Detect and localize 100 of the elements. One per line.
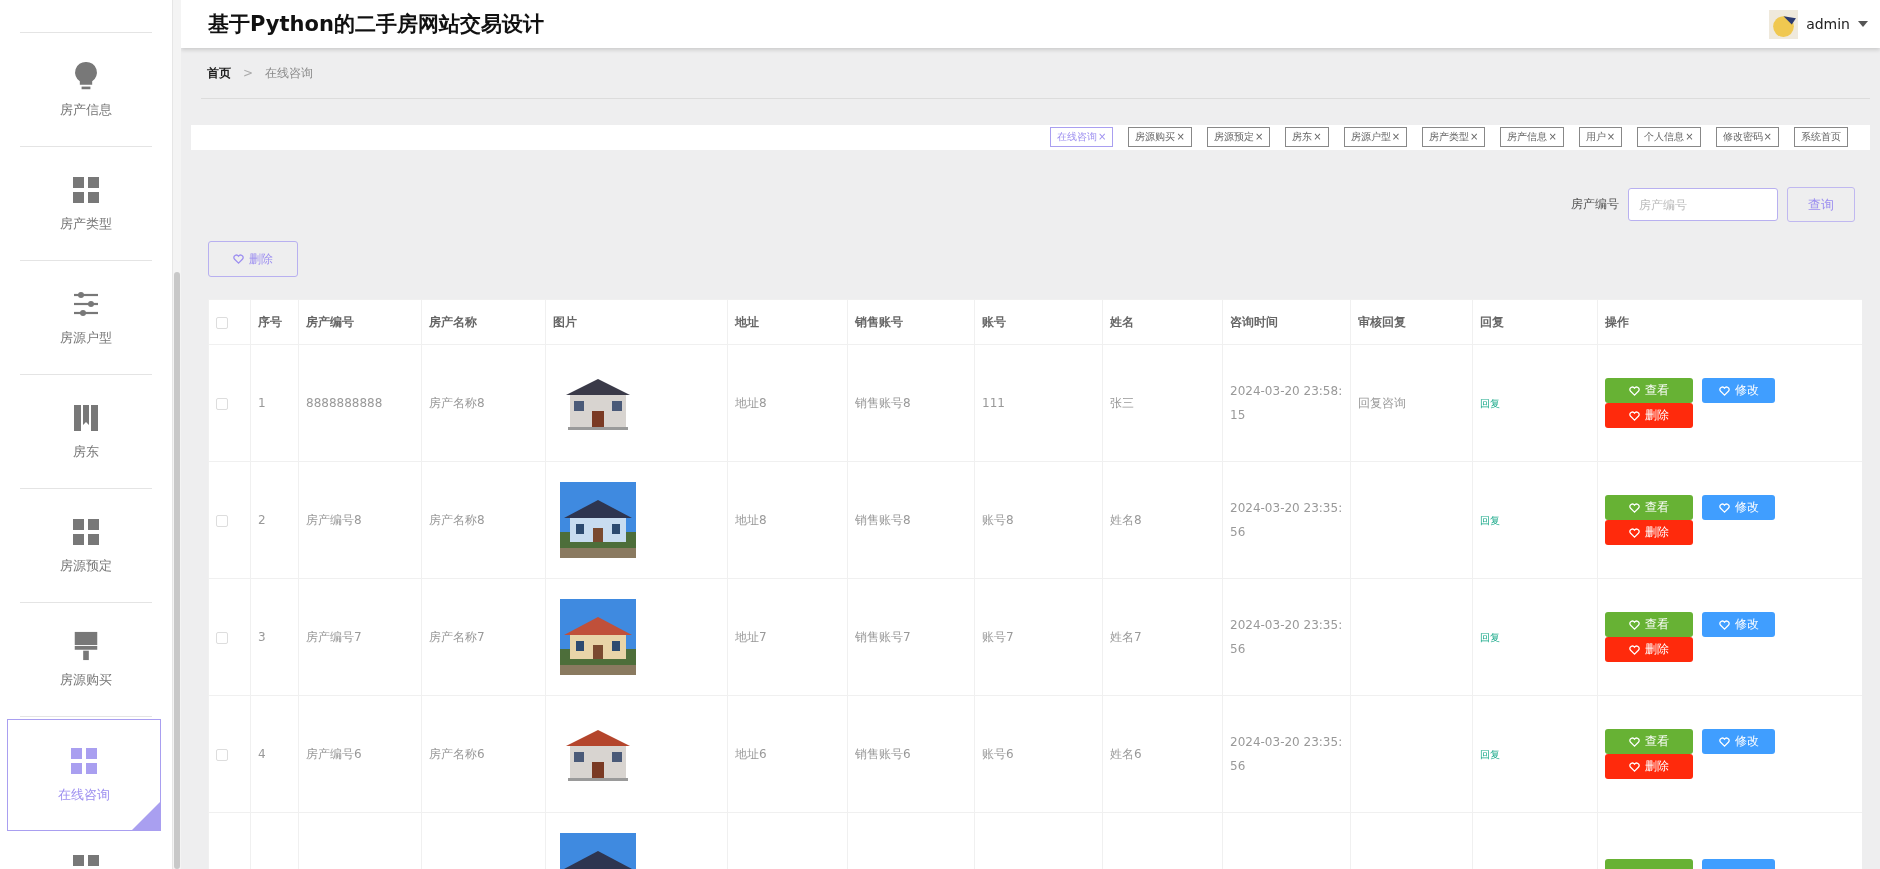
column-header: 账号 <box>982 314 1006 329</box>
delete-button[interactable]: 删除 <box>1605 637 1693 662</box>
sidebar-label: 在线咨询 <box>58 786 110 804</box>
caret-icon[interactable] <box>1858 21 1868 27</box>
view-button[interactable]: 查看 <box>1605 378 1693 403</box>
heart-icon <box>1718 385 1730 396</box>
sidebar-item[interactable]: 房源户型 <box>20 261 152 375</box>
grid-icon <box>71 174 101 205</box>
index-cell: 2 <box>258 513 266 527</box>
heart-icon <box>1629 644 1640 655</box>
breadcrumb-separator: > <box>243 66 254 80</box>
sidebar-label: 房源户型 <box>60 328 112 347</box>
search-field[interactable]: 房产编号 <box>1628 188 1778 221</box>
column-header: 房产编号 <box>306 314 354 329</box>
scrollbar[interactable] <box>172 0 181 869</box>
row-checkbox[interactable] <box>216 631 228 644</box>
edit-button[interactable]: 修改 <box>1702 729 1775 754</box>
tab[interactable]: 系统首页 <box>1794 127 1848 147</box>
account-cell: 账号6 <box>982 747 1014 761</box>
heart-icon <box>1718 619 1730 630</box>
row-checkbox[interactable] <box>216 397 228 410</box>
sidebar-item[interactable]: 房产信息 <box>20 33 152 147</box>
time-cell-text: 2024-03-20 23:35:56 <box>1230 617 1343 658</box>
address-cell: 地址7 <box>735 630 767 644</box>
column-header: 操作 <box>1605 314 1629 329</box>
heart-icon <box>1629 619 1640 630</box>
sidebar-label: 房产信息 <box>60 100 112 119</box>
tab[interactable]: 用户× <box>1578 127 1623 147</box>
edit-button[interactable]: 修改 <box>1702 495 1775 520</box>
breadcrumb-item[interactable]: 首页 <box>207 64 231 82</box>
row-checkbox[interactable] <box>216 748 228 761</box>
heart-icon <box>1629 761 1640 772</box>
grid-icon <box>69 746 99 776</box>
heart-icon <box>1629 410 1640 421</box>
tab[interactable]: 房源预定× <box>1206 127 1271 147</box>
time-cell-text: 2024-03-20 23:58:15 <box>1230 383 1343 424</box>
time-cell-text: 2024-03-20 23:35:56 <box>1230 734 1343 775</box>
edit-button[interactable]: 修改 <box>1702 612 1775 637</box>
tab[interactable]: 房东× <box>1285 127 1329 147</box>
grid-icon <box>71 516 101 547</box>
name-cell: 房产名称7 <box>429 630 485 644</box>
column-header: 序号 <box>258 314 282 329</box>
view-button[interactable]: 查看 <box>1605 495 1693 520</box>
heart-icon <box>1629 502 1640 513</box>
tab[interactable]: 在线咨询× <box>1050 127 1114 147</box>
delete-button[interactable]: 删除 <box>1605 754 1693 779</box>
sidebar-label: 房东 <box>73 442 99 461</box>
seller-cell: 销售账号8 <box>855 513 911 527</box>
sidebar-label: 房源预定 <box>60 556 112 575</box>
column-header: 姓名 <box>1110 314 1134 329</box>
select-all-checkbox[interactable] <box>216 316 228 329</box>
heart-icon <box>1629 736 1640 747</box>
reply-link[interactable]: 回复 <box>1480 514 1500 526</box>
edit-button[interactable]: 修改 <box>1702 378 1775 403</box>
user-name[interactable]: admin <box>1806 16 1850 32</box>
code-cell: 房产编号7 <box>306 630 362 644</box>
view-button[interactable]: 查看 <box>1605 729 1693 754</box>
tab[interactable]: 房产类型× <box>1422 127 1486 147</box>
delete-button[interactable]: 删除 <box>1605 520 1693 545</box>
delete-button[interactable]: 删除 <box>208 241 298 277</box>
view-button[interactable]: 查看 <box>1605 612 1693 637</box>
address-cell: 地址6 <box>735 747 767 761</box>
sidebar-label: 房产类型 <box>60 214 112 233</box>
name-cell: 房产名称8 <box>429 396 485 410</box>
sidebar-item[interactable]: 在线咨询 <box>7 719 161 831</box>
tab[interactable]: 房源购买× <box>1128 127 1192 147</box>
person-cell: 张三 <box>1110 396 1134 410</box>
heart-icon <box>1629 385 1640 396</box>
reply-link[interactable]: 回复 <box>1480 397 1500 409</box>
column-header: 房产名称 <box>429 314 477 329</box>
code-cell: 房产编号8 <box>306 513 362 527</box>
person-cell: 姓名6 <box>1110 747 1142 761</box>
seller-cell: 销售账号8 <box>855 396 911 410</box>
index-cell: 3 <box>258 630 266 644</box>
review-cell: 回复咨询 <box>1358 396 1406 410</box>
search-label: 房产编号 <box>1571 196 1619 213</box>
sidebar-label: 房源购买 <box>60 670 112 689</box>
avatar-icon[interactable] <box>1769 9 1799 39</box>
column-header: 图片 <box>553 314 577 329</box>
sidebar-item[interactable]: 房源购买 <box>20 603 152 717</box>
index-cell: 1 <box>258 396 266 410</box>
heart-icon <box>233 254 244 264</box>
tab[interactable]: 房产信息× <box>1500 127 1564 147</box>
query-button[interactable]: 查询 <box>1787 187 1855 222</box>
sidebar-item[interactable]: 房东 <box>20 375 152 489</box>
sidebar-item[interactable]: 房源预定 <box>20 489 152 603</box>
column-header: 咨询时间 <box>1230 314 1278 329</box>
reply-link[interactable]: 回复 <box>1480 631 1500 643</box>
row-checkbox[interactable] <box>216 514 228 527</box>
code-cell: 房产编号6 <box>306 747 362 761</box>
sidebar-item[interactable]: 房产类型 <box>20 147 152 261</box>
address-cell: 地址8 <box>735 513 767 527</box>
reply-link[interactable]: 回复 <box>1480 748 1500 760</box>
tab[interactable]: 修改密码× <box>1715 127 1779 147</box>
account-cell: 账号7 <box>982 630 1014 644</box>
tab[interactable]: 房源户型× <box>1343 127 1408 147</box>
tab[interactable]: 个人信息× <box>1637 127 1701 147</box>
code-cell: 8888888888 <box>306 396 383 410</box>
delete-button[interactable]: 删除 <box>1605 403 1693 428</box>
name-cell: 房产名称6 <box>429 747 485 761</box>
